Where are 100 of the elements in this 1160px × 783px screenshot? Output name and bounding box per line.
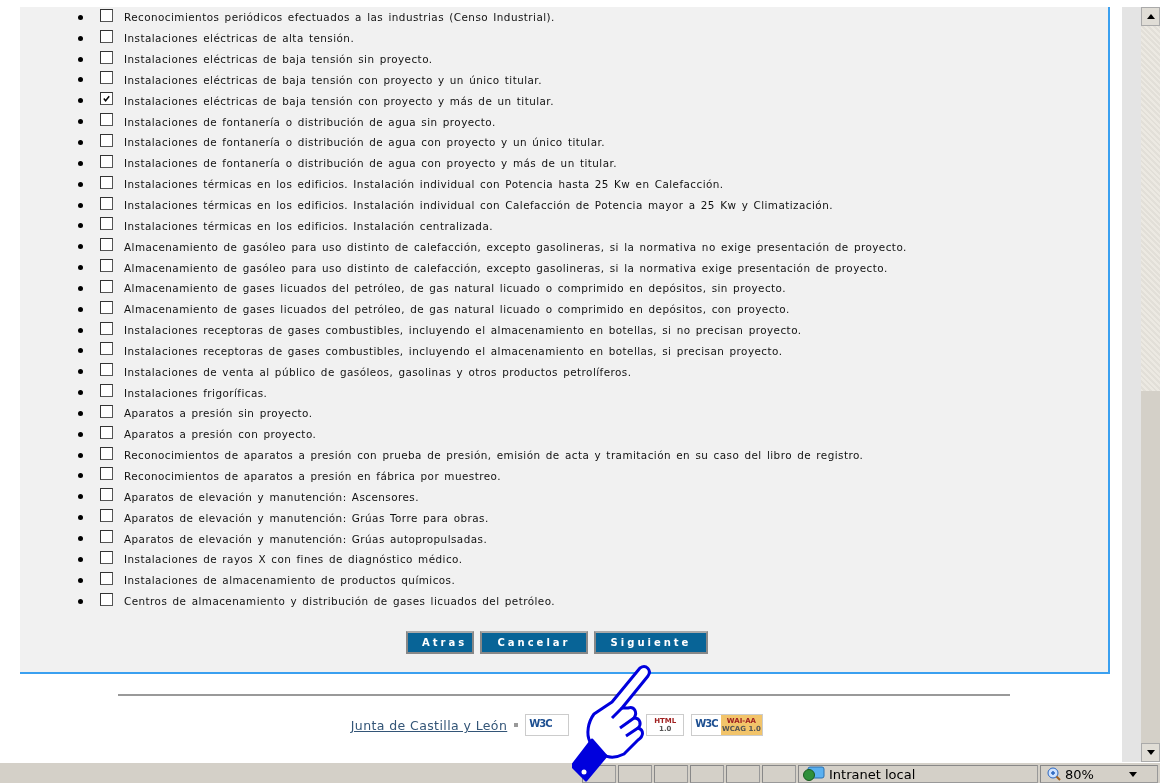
vertical-scrollbar[interactable] [1141,7,1160,762]
option-label: Instalaciones térmicas en los edificios. Instalación individual con Calefacción de Potencia mayor a 25 Kw y Climatización. [124,199,833,211]
option-label: Reconocimientos periódicos efectuados a las industrias (Censo Industrial). [124,11,555,24]
checkbox[interactable] [100,113,113,127]
checkbox[interactable] [100,404,113,418]
checkbox[interactable] [100,29,113,43]
checkbox[interactable] [100,196,113,210]
status-pane [726,765,760,783]
option-label: Instalaciones térmicas en los edificios. Instalación centralizada. [124,219,493,232]
option-label: Reconocimientos de aparatos a presión con prueba de presión, emisión de acta y tramitación en su caso del libro de registro. [124,449,864,462]
option-label: Almacenamiento de gases licuados del petróleo, de gas natural licuado o comprimido en depósitos, con proyecto. [124,303,790,316]
status-pane [690,765,724,783]
bullet-icon [78,431,83,437]
checkbox[interactable] [100,300,113,314]
checkbox[interactable] [100,363,113,377]
bullet-icon [78,265,83,271]
checkbox[interactable] [100,154,113,168]
option-label: Reconocimientos de aparatos a presión en fábrica por muestreo. [124,470,501,482]
checkbox[interactable] [100,238,113,252]
checkbox[interactable] [100,279,113,293]
checkbox[interactable] [100,342,113,356]
zone-label: Intranet local [829,766,916,782]
checkbox[interactable] [100,467,113,481]
bullet-icon [78,223,83,229]
option-label: Instalaciones de fontanería o distribución de agua con proyecto y más de un titular. [124,157,618,170]
checkbox[interactable] [100,550,113,564]
checkbox[interactable] [100,92,113,106]
footer-link[interactable]: Junta de Castilla y León [350,717,508,733]
status-pane [654,765,688,783]
status-pane [582,765,616,783]
option-label: Instalaciones de fontanería o distribución de agua con proyecto y un único titular. [124,136,606,149]
caret-icon [1129,771,1137,777]
bullet-icon [78,98,83,104]
zoom-icon [1047,767,1061,781]
checkbox[interactable] [100,592,113,606]
bullet-icon [78,285,83,291]
bullet-icon [78,515,83,521]
bullet-icon [78,119,83,125]
option-label: Instalaciones receptoras de gases combustibles, incluyendo el almacenamiento en botellas, si precisan proyecto. [124,344,783,357]
bullet-icon [78,306,83,312]
bullet-icon [78,577,83,583]
option-label: Almacenamiento de gasóleo para uso distinto de calefacción, excepto gasolineras, si la normativa exige presentación de proyecto. [124,261,888,274]
bullet-icon [78,410,83,416]
option-label: Instalaciones de rayos X con fines de diagnóstico médico. [124,553,463,566]
bullet-icon [78,348,83,354]
bullet-icon [78,14,83,20]
bullet-icon [78,598,83,604]
option-label: Instalaciones eléctricas de alta tensión. [124,32,355,45]
bullet-icon [78,452,83,458]
bullet-icon [78,35,83,41]
checkbox[interactable] [100,259,113,273]
scroll-up-icon[interactable] [1141,7,1160,26]
checkbox[interactable] [100,175,113,189]
option-label: Almacenamiento de gasóleo para uso distinto de calefacción, excepto gasolineras, si la normativa no exige presentación de proyecto. [124,240,907,253]
option-label: Instalaciones de fontanería o distribución de agua sin proyecto. [124,115,496,128]
bullet-icon [78,473,83,479]
bullet-icon [78,556,83,562]
checkbox[interactable] [100,71,113,85]
option-label: Aparatos a presión con proyecto. [124,428,317,441]
check-icon [102,94,111,104]
checkbox[interactable] [100,425,113,439]
status-pane [762,765,796,783]
option-label: Almacenamiento de gases licuados del petróleo, de gas natural licuado o comprimido en depósitos, sin proyecto. [124,282,786,295]
option-label: Instalaciones térmicas en los edificios. Instalación individual con Potencia hasta 25 Kw en Calefacción. [124,178,724,191]
checkbox[interactable] [100,8,113,22]
checkbox[interactable] [100,509,113,523]
bullet-icon [78,390,83,396]
bullet-icon [78,160,83,166]
checkbox[interactable] [100,134,113,147]
bullet-icon [78,536,83,541]
option-label: Instalaciones receptoras de gases combustibles, incluyendo el almacenamiento en botellas, si no precisan proyecto. [124,324,802,337]
checkbox[interactable] [100,446,113,460]
bullet-icon [78,494,83,500]
checkbox[interactable] [100,384,113,398]
option-label: Instalaciones frigoríficas. [124,386,268,399]
form-button[interactable]: Atras [406,631,474,655]
option-label: Aparatos de elevación y manutención: Ascensores. [124,490,419,503]
bullet-icon [78,202,83,208]
bullet-icon [78,244,83,250]
bullet-icon [78,369,83,375]
bullet-icon [78,181,83,187]
checkbox[interactable] [100,571,113,585]
checkbox[interactable] [100,530,113,543]
checkbox[interactable] [100,321,113,335]
bullet-icon [78,56,83,62]
checkbox[interactable] [100,488,113,502]
option-label: Instalaciones eléctricas de baja tensión con proyecto y un único titular. [124,73,542,86]
form-button[interactable]: Cancelar [480,631,588,655]
option-label: Instalaciones de venta al público de gasóleos, gasolinas y otros productos petrolíferos. [124,365,632,378]
form-button[interactable]: Siguiente [594,631,708,655]
scroll-down-icon[interactable] [1141,743,1160,762]
validation-badge[interactable]: W3C [525,714,570,737]
checkbox[interactable] [100,50,113,64]
status-pane [618,765,652,783]
option-label: Instalaciones de almacenamiento de productos químicos. [124,574,456,587]
zoom-control[interactable]: 80% [1040,765,1158,783]
network-globe-icon [803,766,825,782]
bullet-icon [78,77,83,83]
checkbox[interactable] [100,217,113,231]
option-label: Aparatos de elevación y manutención: Grúas Torre para obras. [124,511,489,524]
